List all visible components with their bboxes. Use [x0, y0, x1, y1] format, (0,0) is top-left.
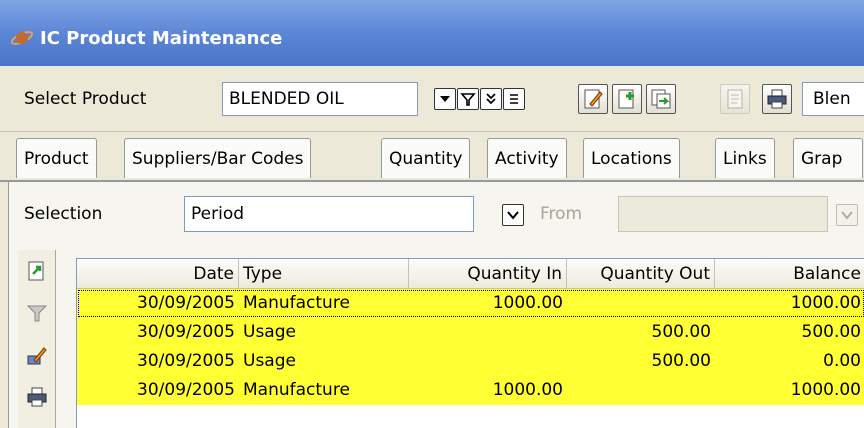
tab-strip: Product Suppliers/Bar Codes Quantity Act… [0, 138, 864, 180]
edit-button[interactable] [578, 84, 608, 114]
tab-quantity[interactable]: Quantity [381, 138, 471, 178]
tab-links[interactable]: Links [715, 138, 775, 178]
edit-icon[interactable] [26, 344, 48, 371]
copy-button[interactable] [646, 84, 676, 114]
cell-balance: 0.00 [823, 351, 861, 371]
from-dropdown-button[interactable] [836, 204, 858, 226]
print-icon[interactable] [26, 386, 48, 413]
column-header-type[interactable]: Type [239, 259, 409, 289]
planet-icon [10, 28, 34, 53]
cell-balance: 1000.00 [790, 293, 861, 313]
cell-date: 30/09/2005 [137, 322, 235, 342]
cell-date: 30/09/2005 [137, 351, 235, 371]
cell-quantity-out: 500.00 [651, 322, 711, 342]
tab-product[interactable]: Product [16, 138, 97, 178]
column-header-date[interactable]: Date [77, 259, 239, 289]
new-icon [618, 89, 634, 109]
cell-type: Usage [243, 351, 296, 371]
cell-quantity-out [567, 289, 715, 318]
table-row[interactable]: 30/09/2005 Manufacture 1000.00 1000.00 [77, 376, 864, 405]
tab-activity[interactable]: Activity [487, 138, 567, 178]
cell-balance: 1000.00 [790, 380, 861, 400]
column-header-quantity-in[interactable]: Quantity In [409, 259, 567, 289]
table-row[interactable]: 30/09/2005 Usage 500.00 500.00 [77, 318, 864, 347]
chevron-down-icon [841, 211, 853, 220]
filter-button[interactable] [457, 88, 479, 110]
title-bar: IC Product Maintenance [0, 0, 864, 66]
selection-label: Selection [24, 204, 103, 224]
new-button[interactable] [612, 84, 642, 114]
selection-input[interactable]: Period [184, 196, 474, 232]
filter-icon [460, 93, 476, 106]
document-icon [727, 89, 743, 109]
cell-quantity-out [567, 376, 715, 405]
product-code-input[interactable]: BLENDED OIL [222, 82, 418, 116]
dropdown-button[interactable] [434, 88, 456, 110]
cell-date: 30/09/2005 [137, 380, 235, 400]
tab-graph[interactable]: Grap [793, 138, 864, 178]
column-header-balance[interactable]: Balance [715, 259, 864, 289]
tab-locations[interactable]: Locations [583, 138, 680, 178]
dropdown-icon [440, 96, 450, 102]
product-description-field[interactable]: Blen [802, 82, 864, 116]
from-label: From [540, 204, 583, 224]
cell-quantity-in [409, 318, 567, 347]
selection-dropdown-button[interactable] [502, 204, 524, 226]
filter-icon[interactable] [26, 302, 48, 329]
refresh-icon[interactable] [26, 260, 48, 287]
cell-quantity-in [409, 347, 567, 376]
expand-icon [486, 93, 496, 105]
cell-quantity-out: 500.00 [651, 351, 711, 371]
cell-type: Manufacture [243, 293, 350, 313]
table-row[interactable]: 30/09/2005 Manufacture 1000.00 1000.00 [77, 289, 864, 318]
grid-header: Date Type Quantity In Quantity Out Balan… [77, 259, 864, 289]
product-toolbar: Select Product BLENDED OIL Blen [0, 66, 864, 132]
print-icon [767, 89, 787, 109]
select-product-label: Select Product [24, 89, 147, 109]
cell-type: Manufacture [243, 380, 350, 400]
cell-date: 30/09/2005 [137, 293, 235, 313]
table-row[interactable]: 30/09/2005 Usage 500.00 0.00 [77, 347, 864, 376]
cell-type: Usage [243, 322, 296, 342]
grid-side-toolbar [18, 250, 56, 428]
tab-suppliers-bar-codes[interactable]: Suppliers/Bar Codes [124, 138, 312, 178]
list-button[interactable] [503, 88, 525, 110]
activity-grid: Date Type Quantity In Quantity Out Balan… [76, 258, 864, 428]
expand-button[interactable] [480, 88, 502, 110]
chevron-down-icon [507, 211, 519, 220]
cell-balance: 500.00 [801, 322, 861, 342]
print-button[interactable] [762, 84, 792, 114]
edit-icon [584, 89, 603, 109]
from-date-input[interactable] [618, 196, 828, 232]
cell-quantity-in: 1000.00 [492, 293, 563, 313]
window-title: IC Product Maintenance [40, 28, 283, 49]
document-button[interactable] [720, 84, 750, 114]
app-window: IC Product Maintenance Select Product BL… [0, 0, 864, 428]
cell-quantity-in: 1000.00 [492, 380, 563, 400]
column-header-quantity-out[interactable]: Quantity Out [567, 259, 715, 289]
copy-icon [651, 89, 671, 109]
list-icon [510, 94, 518, 104]
